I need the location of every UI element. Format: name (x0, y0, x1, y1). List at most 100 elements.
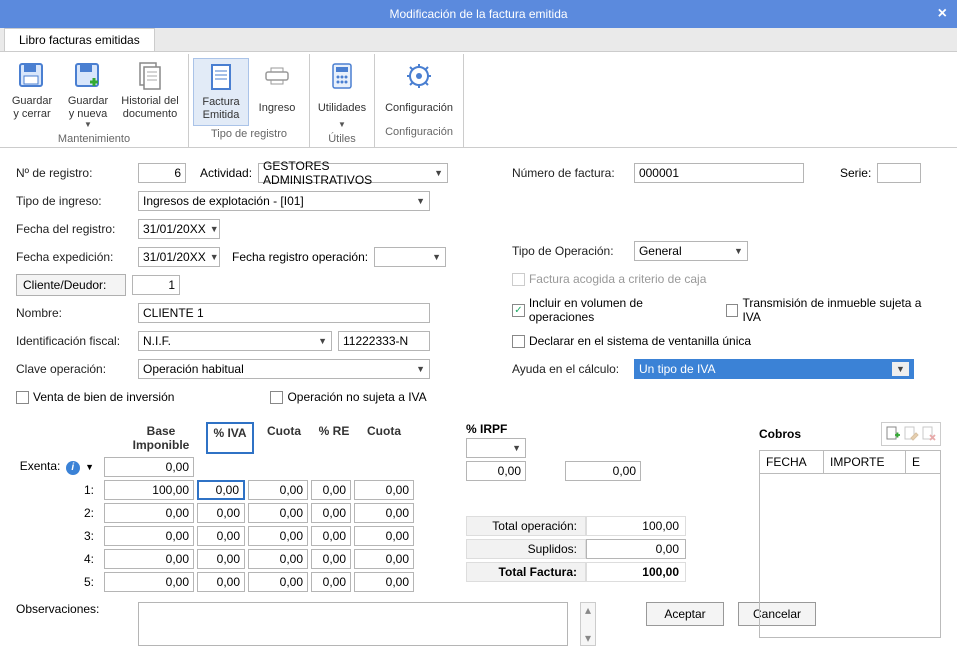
total-operacion-row: Total operación: 100,00 (466, 516, 736, 536)
calculator-icon (326, 60, 358, 92)
ribbon-group-tipo-registro: Factura Emitida Ingreso Tipo de registro (189, 54, 310, 147)
r4-iva-input[interactable] (197, 549, 245, 569)
r1-iva-input[interactable] (197, 480, 245, 500)
factura-caja-check[interactable]: Factura acogida a criterio de caja (512, 272, 706, 286)
irpf-values-row (466, 461, 736, 481)
nombre-input[interactable] (138, 303, 430, 323)
clave-op-combo[interactable]: Operación habitual ▼ (138, 359, 430, 379)
r4-cuota1-input[interactable] (248, 549, 308, 569)
textarea-scrollbar[interactable]: ▴▾ (580, 602, 596, 646)
window-title: Modificación de la factura emitida (389, 7, 567, 21)
ident-fiscal-tipo-combo[interactable]: N.I.F.▼ (138, 331, 332, 351)
num-factura-input[interactable] (634, 163, 804, 183)
col-base-imponible: Base Imponible (116, 422, 206, 454)
r3-iva-input[interactable] (197, 526, 245, 546)
chevron-down-icon: ▼ (512, 443, 521, 453)
col-importe: IMPORTE (824, 451, 906, 473)
checkbox-icon (512, 273, 525, 286)
configuracion-button[interactable]: Configuración (379, 58, 459, 124)
chevron-down-icon[interactable]: ▼ (85, 462, 94, 472)
utilidades-button[interactable]: Utilidades ▼ (314, 58, 370, 131)
op-no-iva-check[interactable]: Operación no sujeta a IVA (270, 390, 426, 404)
r3-cuota1-input[interactable] (248, 526, 308, 546)
guardar-nueva-button[interactable]: Guardar y nueva ▼ (60, 58, 116, 131)
row-label: 1: (16, 483, 104, 497)
ribbon-group-utiles: Utilidades ▼ Útiles (310, 54, 375, 147)
fecha-exp-input[interactable]: 31/01/20XX▼ (138, 247, 220, 267)
venta-inversion-check[interactable]: Venta de bien de inversión (16, 390, 174, 404)
r1-cuota2-input[interactable] (354, 480, 414, 500)
col-iva: % IVA (206, 422, 254, 454)
combo-value: N.I.F. (143, 334, 171, 348)
r5-cuota2-input[interactable] (354, 572, 414, 592)
total-op-value: 100,00 (586, 516, 686, 536)
r5-cuota1-input[interactable] (248, 572, 308, 592)
r2-bi-input[interactable] (104, 503, 194, 523)
r3-cuota2-input[interactable] (354, 526, 414, 546)
irpf-c1-input[interactable] (466, 461, 526, 481)
tab-libro-emitidas[interactable]: Libro facturas emitidas (4, 28, 155, 51)
suplidos-input[interactable] (586, 539, 686, 559)
ribbon: Guardar y cerrar Guardar y nueva ▼ Histo… (0, 52, 957, 148)
actividad-combo[interactable]: GESTORES ADMINISTRATIVOS▼ (258, 163, 448, 183)
transmision-check[interactable]: Transmisión de inmueble sujeta a IVA (726, 296, 941, 324)
add-item-icon[interactable] (885, 426, 901, 442)
incluir-volumen-check[interactable]: ✓Incluir en volumen de operaciones (512, 296, 710, 324)
declarar-ventanilla-check[interactable]: Declarar en el sistema de ventanilla úni… (512, 334, 751, 348)
ayuda-calculo-combo[interactable]: Un tipo de IVA▼ (634, 359, 914, 379)
edit-item-icon[interactable] (903, 426, 919, 442)
fecha-reg-op-input[interactable]: ▼ (374, 247, 446, 267)
close-icon[interactable]: × (938, 0, 947, 28)
r2-cuota2-input[interactable] (354, 503, 414, 523)
num-registro-label: Nº de registro: (16, 166, 132, 180)
combo-value: Operación habitual (143, 362, 244, 376)
guardar-cerrar-button[interactable]: Guardar y cerrar (4, 58, 60, 131)
r5-bi-input[interactable] (104, 572, 194, 592)
info-icon[interactable]: i (66, 461, 80, 475)
tipo-operacion-combo[interactable]: General▼ (634, 241, 748, 261)
r1-re-input[interactable] (311, 480, 351, 500)
r3-re-input[interactable] (311, 526, 351, 546)
r4-re-input[interactable] (311, 549, 351, 569)
observaciones-input[interactable] (138, 602, 568, 646)
income-icon (261, 60, 293, 92)
serie-label: Serie: (840, 166, 871, 180)
combo-value: GESTORES ADMINISTRATIVOS (263, 159, 430, 187)
ingreso-button[interactable]: Ingreso (249, 58, 305, 126)
cliente-id-input[interactable] (132, 275, 180, 295)
r5-re-input[interactable] (311, 572, 351, 592)
r4-cuota2-input[interactable] (354, 549, 414, 569)
delete-item-icon[interactable] (921, 426, 937, 442)
ident-fiscal-num-input[interactable] (338, 331, 430, 351)
chevron-down-icon: ▼ (416, 364, 425, 374)
exenta-bi-input[interactable] (104, 457, 194, 477)
r1-cuota1-input[interactable] (248, 480, 308, 500)
fecha-registro-input[interactable]: 31/01/20XX▼ (138, 219, 220, 239)
r1-bi-input[interactable] (104, 480, 194, 500)
r3-bi-input[interactable] (104, 526, 194, 546)
serie-input[interactable] (877, 163, 921, 183)
cobros-panel: Cobros FECHA IMPORTE E (759, 422, 941, 638)
cobros-table[interactable]: FECHA IMPORTE E (759, 450, 941, 638)
historial-button[interactable]: Historial del documento (116, 58, 184, 131)
r5-iva-input[interactable] (197, 572, 245, 592)
chevron-down-icon: ▼ (210, 252, 219, 262)
ribbon-label: Historial del documento (121, 94, 178, 122)
r2-cuota1-input[interactable] (248, 503, 308, 523)
tipo-ingreso-combo[interactable]: Ingresos de explotación - [I01]▼ (138, 191, 430, 211)
num-registro-input[interactable] (138, 163, 186, 183)
cliente-deudor-button[interactable]: Cliente/Deudor: (16, 274, 126, 296)
form-area: Nº de registro: Actividad: GESTORES ADMI… (0, 148, 957, 422)
r2-re-input[interactable] (311, 503, 351, 523)
nombre-label: Nombre: (16, 306, 132, 320)
aceptar-button[interactable]: Aceptar (646, 602, 724, 626)
r2-iva-input[interactable] (197, 503, 245, 523)
irpf-combo[interactable]: ▼ (466, 438, 526, 458)
fecha-registro-label: Fecha del registro: (16, 222, 132, 236)
r4-bi-input[interactable] (104, 549, 194, 569)
combo-value: Ingresos de explotación - [I01] (143, 194, 304, 208)
tax-header: Base Imponible % IVA Cuota % RE Cuota (16, 422, 456, 454)
factura-emitida-button[interactable]: Factura Emitida (193, 58, 249, 126)
chevron-down-icon: ▼ (734, 246, 743, 256)
irpf-c2-input[interactable] (565, 461, 641, 481)
